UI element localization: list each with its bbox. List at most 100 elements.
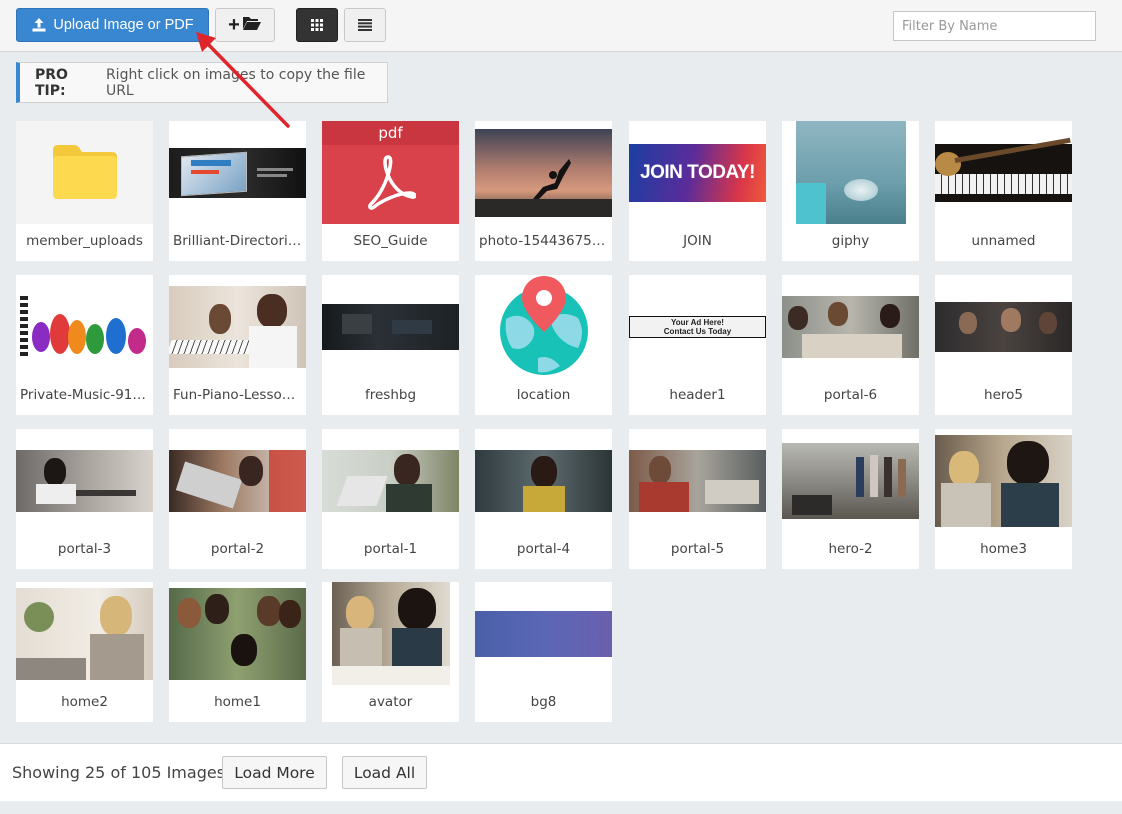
tile-portal-1[interactable]: portal-1 [322,429,459,569]
freshbg-image [322,303,459,350]
tile-join[interactable]: JOIN TODAY! JOIN [629,121,766,261]
tile-portal-5[interactable]: portal-5 [629,429,766,569]
tile-thumbnail [322,429,459,532]
tile-label: avator [368,694,413,710]
music-instruments-image [16,291,153,362]
tile-label: JOIN [683,233,712,249]
tile-label: hero5 [984,387,1023,403]
tile-home3[interactable]: home3 [935,429,1072,569]
bg8-image [475,610,612,657]
tile-thumbnail [16,275,153,378]
tile-portal-6[interactable]: portal-6 [782,275,919,415]
load-all-button[interactable]: Load All [342,756,427,789]
avator-image [331,582,450,685]
tile-fun-piano-lessons[interactable]: Fun-Piano-Lessons-1 [169,275,306,415]
home1-image [169,587,306,680]
join-banner-text: JOIN TODAY! [640,161,755,183]
tile-hero5[interactable]: hero5 [935,275,1072,415]
tile-thumbnail [169,429,306,532]
home3-image [935,434,1072,527]
tile-freshbg[interactable]: freshbg [322,275,459,415]
filter-input[interactable] [893,11,1096,41]
tile-label: home1 [214,694,261,710]
tile-thumbnail [322,582,459,685]
tile-thumbnail [935,429,1072,532]
tile-thumbnail [782,121,919,224]
tile-label: photo-1544367567... [479,233,612,249]
portal-1-image [322,449,459,512]
tile-location[interactable]: location [475,275,612,415]
tile-thumbnail [322,275,459,378]
upload-icon [31,17,47,33]
tile-bg8[interactable]: bg8 [475,582,612,722]
footer-bar: Showing 25 of 105 Images Load More Load … [0,743,1122,801]
pdf-badge: pdf [322,121,459,145]
tile-home1[interactable]: home1 [169,582,306,722]
ad-banner-text: Your Ad Here! Contact Us Today [663,317,732,336]
grid-view-button[interactable] [296,8,338,42]
tile-thumbnail [475,121,612,224]
tile-giphy[interactable]: giphy [782,121,919,261]
upload-button[interactable]: Upload Image or PDF [16,8,209,42]
load-more-button[interactable]: Load More [222,756,327,789]
tile-label: portal-4 [516,541,571,557]
portal-4-image [475,449,612,512]
tile-label: Fun-Piano-Lessons-1 [173,387,306,403]
tile-photo-1544367567[interactable]: photo-1544367567... [475,121,612,261]
folder-icon [50,142,120,204]
pro-tip-text: Right click on images to copy the file U… [105,66,366,99]
pro-tip: PRO TIP: Right click on images to copy t… [16,62,388,103]
tile-label: SEO_Guide [353,233,428,249]
tile-brilliant-directories[interactable]: Brilliant-Directories [169,121,306,261]
hero-2-image [782,442,919,519]
tile-thumbnail [935,275,1072,378]
tile-thumbnail: JOIN TODAY! [629,121,766,224]
tile-seo-guide[interactable]: pdf SEO_Guide [322,121,459,261]
team-meeting-image [782,295,919,358]
tile-label: home3 [980,541,1027,557]
tile-thumbnail [475,275,612,378]
tile-thumbnail [16,429,153,532]
new-folder-button[interactable]: + [215,8,275,42]
tile-label: portal-2 [210,541,265,557]
tile-header1[interactable]: Your Ad Here! Contact Us Today header1 [629,275,766,415]
tile-thumbnail [475,582,612,685]
tile-label: home2 [61,694,108,710]
list-view-button[interactable] [344,8,386,42]
tile-private-music[interactable]: Private-Music-915x... [16,275,153,415]
tile-thumbnail [935,121,1072,224]
tile-unnamed[interactable]: unnamed [935,121,1072,261]
tile-thumbnail [16,121,153,224]
tile-label: location [516,387,571,403]
tile-label: giphy [831,233,870,249]
tile-label: member_uploads [26,233,143,249]
home2-image [16,587,153,680]
tile-label: portal-1 [363,541,418,557]
brilliant-directories-image [169,147,306,198]
portal-3-image [16,449,153,512]
tile-thumbnail: pdf [322,121,459,224]
tile-thumbnail [169,121,306,224]
list-icon [358,16,372,35]
water-splash-image [795,121,906,224]
folder-open-icon [242,15,262,35]
tile-label: portal-5 [670,541,725,557]
tile-label: Private-Music-915x... [20,387,153,403]
tile-hero-2[interactable]: hero-2 [782,429,919,569]
location-globe-icon [498,275,590,378]
tile-label: hero-2 [828,541,873,557]
tile-portal-3[interactable]: portal-3 [16,429,153,569]
plus-icon: + [228,14,240,36]
tile-thumbnail [169,582,306,685]
tile-portal-4[interactable]: portal-4 [475,429,612,569]
toolbar: Upload Image or PDF + [0,0,1122,52]
tile-avator[interactable]: avator [322,582,459,722]
piano-lesson-image [169,285,306,368]
tile-label: bg8 [530,694,557,710]
pdf-icon [366,153,417,217]
tile-portal-2[interactable]: portal-2 [169,429,306,569]
yoga-sunset-image [475,128,612,217]
tile-home2[interactable]: home2 [16,582,153,722]
tile-member-uploads[interactable]: member_uploads [16,121,153,261]
portal-5-image [629,449,766,512]
